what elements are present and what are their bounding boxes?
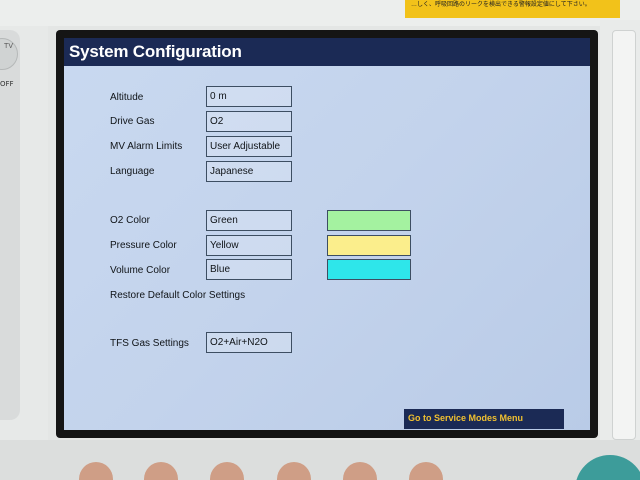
service-modes-button[interactable]: Go to Service Modes Menu [404,409,564,429]
mv-alarm-limits-field[interactable]: User Adjustable [206,136,292,157]
pressure-color-label: Pressure Color [110,240,177,251]
configuration-screen: System Configuration Altitude 0 m Drive … [64,38,590,430]
side-control-panel [0,30,20,420]
tfs-gas-settings-label: TFS Gas Settings [110,338,189,349]
drive-gas-label: Drive Gas [110,116,155,127]
volume-color-field[interactable]: Blue [206,259,292,280]
title-bar: System Configuration [64,38,590,66]
mv-alarm-limits-label: MV Alarm Limits [110,141,183,152]
o2-color-swatch [327,210,411,231]
language-field[interactable]: Japanese [206,161,292,182]
tfs-gas-settings-field[interactable]: O2+Air+N2O [206,332,292,353]
o2-color-field[interactable]: Green [206,210,292,231]
warning-sticker: …しく、呼吸回路のリークを検出できる警報設定値にして下さい。 [405,0,620,18]
volume-color-swatch [327,259,411,280]
drive-gas-field[interactable]: O2 [206,111,292,132]
pressure-color-field[interactable]: Yellow [206,235,292,256]
restore-default-colors-button[interactable]: Restore Default Color Settings [110,290,245,301]
altitude-field[interactable]: 0 m [206,86,292,107]
page-title: System Configuration [69,42,242,61]
language-label: Language [110,166,155,177]
altitude-label: Altitude [110,92,144,103]
o2-color-label: O2 Color [110,215,151,226]
right-side-slot [612,30,636,440]
volume-color-label: Volume Color [110,265,171,276]
off-label: OFF [0,80,14,88]
pressure-color-swatch [327,235,411,256]
